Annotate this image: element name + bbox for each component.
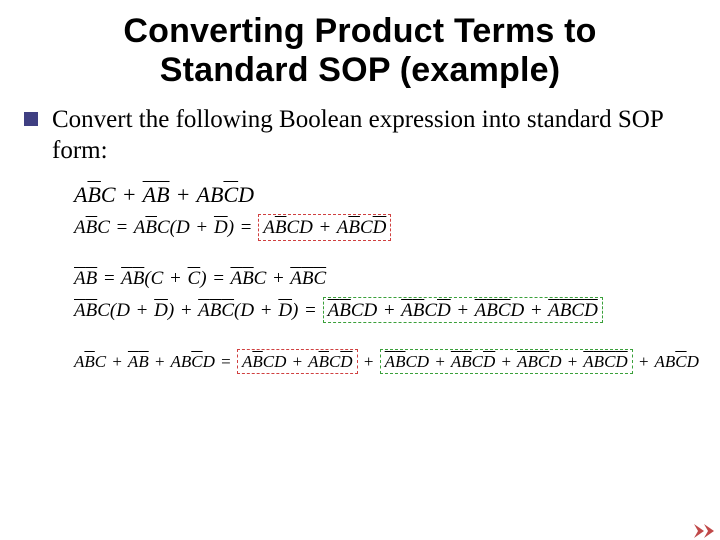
math-step-2a: AB = AB(C + C) = ABC + ABC — [74, 267, 696, 291]
body-row: Convert the following Boolean expression… — [24, 104, 696, 167]
math-step-1: ABC = ABC(D + D) = ABCD + ABCD — [74, 214, 696, 241]
math-step-2b: ABC(D + D) + ABC(D + D) = ABCD + ABCD + … — [74, 297, 696, 324]
math-final: ABC + AB + ABCD = ABCD + ABCD + ABCD + A… — [74, 349, 696, 373]
math-main-expression: ABC + AB + ABCD — [74, 181, 696, 209]
slide-title: Converting Product Terms to Standard SOP… — [24, 12, 696, 90]
title-line-2: Standard SOP (example) — [160, 51, 561, 89]
title-line-1: Converting Product Terms to — [123, 12, 596, 50]
math-block: ABC + AB + ABCD ABC = ABC(D + D) = ABCD … — [74, 181, 696, 374]
body-text: Convert the following Boolean expression… — [52, 104, 696, 167]
slide: { "title_line1": "Converting Product Ter… — [0, 0, 720, 540]
square-bullet-icon — [24, 112, 38, 126]
